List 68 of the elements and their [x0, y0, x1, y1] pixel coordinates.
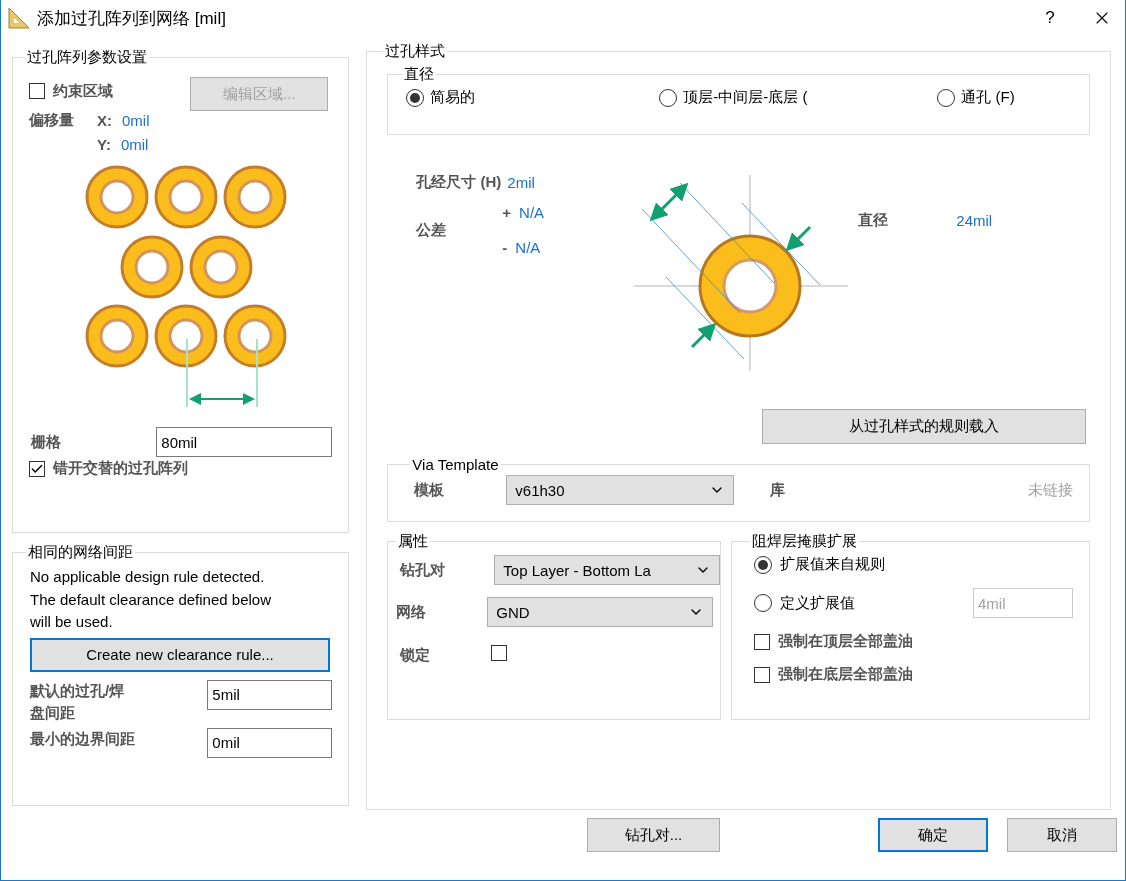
checkbox-label[interactable]: 强制在底层全部盖油: [778, 665, 914, 684]
clearance-message: No applicable design rule detected. The default clearance defined below will be used.: [30, 567, 272, 633]
checkbox[interactable]: [491, 645, 508, 661]
minus-sign: -: [502, 239, 508, 256]
grid-label: 栅格: [31, 432, 61, 452]
drill-pairs-button[interactable]: 钻孔对...: [587, 818, 720, 852]
via-pad: [154, 165, 218, 229]
diameter-label: 直径: [858, 211, 890, 230]
checkbox[interactable]: [754, 666, 771, 683]
tolerance-value: N/A: [515, 239, 541, 256]
via-pad: [223, 304, 287, 368]
template-dropdown[interactable]: v61h30: [506, 475, 735, 505]
checkbox-label[interactable]: 约束区域: [53, 81, 113, 101]
hole-size-value: 2mil: [507, 174, 535, 191]
load-from-rule-button[interactable]: 从过孔样式的规则载入: [762, 409, 1086, 444]
radio-label[interactable]: 顶层-中间层-底层 (: [683, 88, 808, 107]
drill-pair-label: 钻孔对: [400, 560, 447, 580]
group-title: 直径: [403, 65, 436, 84]
radio-label[interactable]: 通孔 (F): [961, 88, 1015, 107]
checkbox[interactable]: [754, 633, 771, 650]
checkbox[interactable]: [29, 83, 45, 99]
checkbox-label[interactable]: 错开交替的过孔阵列: [53, 459, 188, 478]
plus-sign: +: [502, 204, 512, 221]
via-pad: [85, 165, 149, 229]
hole-size-label: 孔经尺寸 (H): [416, 173, 502, 192]
input-field[interactable]: 0mil: [207, 727, 333, 758]
via-pad: [85, 304, 149, 368]
create-rule-button[interactable]: Create new clearance rule...: [30, 637, 330, 672]
diameter-value: 24mil: [956, 212, 993, 229]
net-dropdown[interactable]: GND: [487, 597, 714, 627]
locked-label: 锁定: [400, 645, 432, 665]
radio-label[interactable]: 扩展值来自规则: [780, 555, 886, 574]
group-title: 属性: [397, 532, 430, 551]
grid-field[interactable]: 80mil: [156, 427, 333, 457]
offset-value: 0mil: [122, 112, 150, 129]
checkbox[interactable]: [29, 460, 45, 477]
group-title: 过孔阵列参数设置: [26, 48, 148, 67]
ruler-icon: [7, 6, 31, 30]
dimension-arrow: [186, 338, 258, 408]
group-title: 过孔样式: [383, 42, 448, 61]
help-button[interactable]: ?: [1027, 0, 1073, 36]
offset-label: 偏移量: [29, 111, 75, 130]
radio-label[interactable]: 简易的: [430, 88, 476, 107]
net-label: 网络: [396, 602, 428, 622]
checkbox-label[interactable]: 强制在顶层全部盖油: [778, 632, 914, 651]
offset-value: 0mil: [120, 136, 149, 153]
cancel-button[interactable]: 取消: [1007, 818, 1117, 852]
group-title: 相同的网络间距: [27, 543, 134, 563]
window-title: 添加过孔阵列到网络 [mil]: [37, 7, 227, 30]
template-label: 模板: [414, 480, 446, 500]
via-pad: [189, 235, 253, 299]
axis-label: Y:: [97, 136, 111, 153]
axis-label: X:: [97, 112, 112, 129]
field-label: 默认的过孔/焊盘间距: [30, 680, 126, 723]
ok-button[interactable]: 确定: [878, 818, 988, 852]
via-pad: [154, 304, 218, 368]
group-title: 阻焊层掩膜扩展: [751, 532, 859, 551]
tolerance-value: N/A: [519, 204, 545, 221]
tolerance-label: 公差: [416, 220, 448, 240]
drill-pair-dropdown[interactable]: Top Layer - Bottom La: [494, 555, 721, 585]
group-title: Via Template: [411, 456, 500, 473]
input-field[interactable]: 5mil: [207, 679, 333, 710]
library-status: 未链接: [1028, 480, 1073, 500]
field-label: 最小的边界间距: [30, 728, 136, 749]
via-pad: [223, 165, 287, 229]
radio-label[interactable]: 定义扩展值: [780, 593, 856, 613]
via-pad: [120, 235, 184, 299]
library-label: 库: [770, 480, 787, 500]
